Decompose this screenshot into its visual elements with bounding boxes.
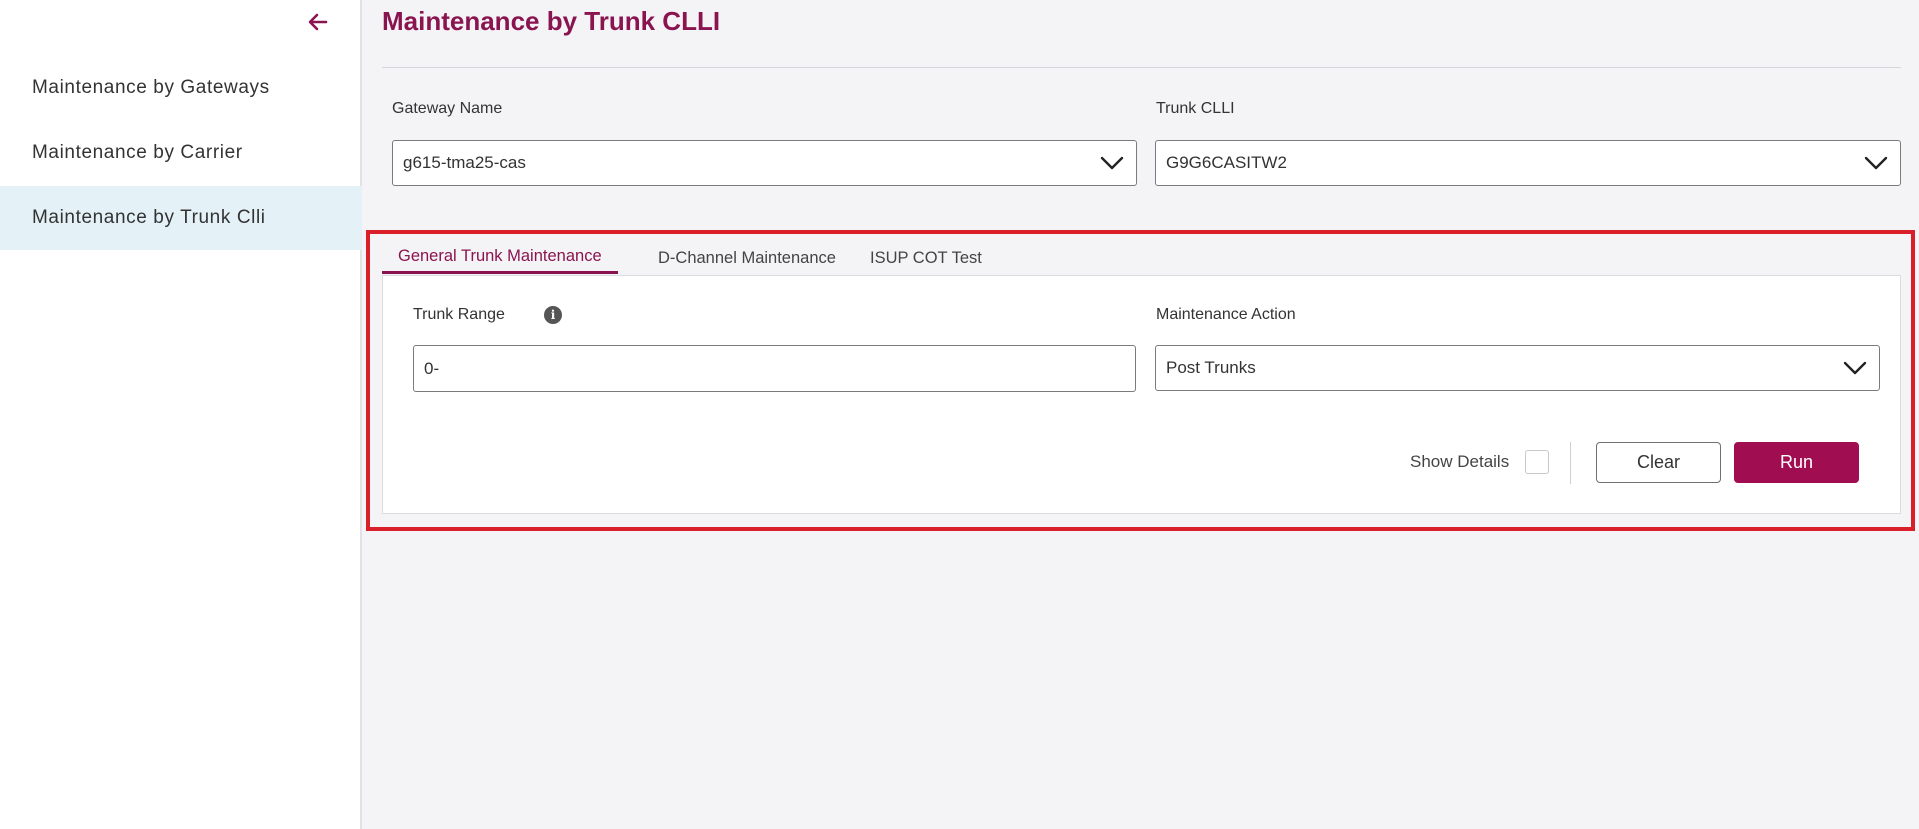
tab-label: General Trunk Maintenance	[398, 247, 602, 265]
page-title: Maintenance by Trunk CLLI	[382, 6, 721, 36]
tab-d-channel-maintenance[interactable]: D-Channel Maintenance	[642, 242, 852, 274]
chevron-down-icon	[1864, 156, 1888, 170]
tab-label: D-Channel Maintenance	[658, 248, 836, 267]
sidebar-item-label: Maintenance by Trunk Clli	[32, 207, 266, 228]
chevron-down-icon	[1843, 361, 1867, 375]
trunk-clli-label: Trunk CLLI	[1156, 100, 1235, 117]
tab-label: ISUP COT Test	[870, 248, 982, 267]
sidebar-item-carrier[interactable]: Maintenance by Carrier	[0, 121, 362, 185]
maintenance-action-label: Maintenance Action	[1156, 306, 1296, 323]
info-icon[interactable]: i	[544, 306, 562, 324]
run-button[interactable]: Run	[1734, 442, 1859, 483]
sidebar: Maintenance by Gateways Maintenance by C…	[0, 0, 362, 829]
maintenance-action-select[interactable]: Post Trunks	[1155, 345, 1880, 391]
tab-isup-cot-test[interactable]: ISUP COT Test	[854, 242, 998, 274]
main-content: Maintenance by Trunk CLLI Gateway Name g…	[364, 0, 1919, 829]
sidebar-item-trunk-clli[interactable]: Maintenance by Trunk Clli	[0, 186, 362, 250]
trunk-clli-value: G9G6CASITW2	[1166, 153, 1287, 172]
title-divider	[382, 67, 1901, 68]
show-details-label: Show Details	[1410, 452, 1510, 471]
trunk-clli-select[interactable]: G9G6CASITW2	[1155, 140, 1901, 186]
sidebar-item-gateways[interactable]: Maintenance by Gateways	[0, 56, 362, 120]
actions-divider	[1570, 442, 1571, 484]
clear-button[interactable]: Clear	[1596, 442, 1721, 483]
chevron-down-icon	[1100, 156, 1124, 170]
arrow-left-icon	[308, 13, 328, 31]
tab-general-trunk-maintenance[interactable]: General Trunk Maintenance	[382, 242, 618, 274]
gateway-name-select[interactable]: g615-tma25-cas	[392, 140, 1137, 186]
run-button-label: Run	[1779, 452, 1814, 472]
maintenance-action-value: Post Trunks	[1166, 358, 1256, 377]
trunk-range-label: Trunk Range	[413, 306, 505, 323]
sidebar-item-label: Maintenance by Carrier	[32, 142, 243, 163]
sidebar-item-label: Maintenance by Gateways	[32, 77, 270, 98]
collapse-sidebar-button[interactable]	[304, 8, 332, 36]
show-details-checkbox[interactable]	[1525, 450, 1549, 474]
clear-button-label: Clear	[1636, 452, 1680, 472]
gateway-name-value: g615-tma25-cas	[403, 153, 526, 172]
trunk-range-input[interactable]	[413, 345, 1136, 392]
gateway-name-label: Gateway Name	[392, 100, 503, 117]
